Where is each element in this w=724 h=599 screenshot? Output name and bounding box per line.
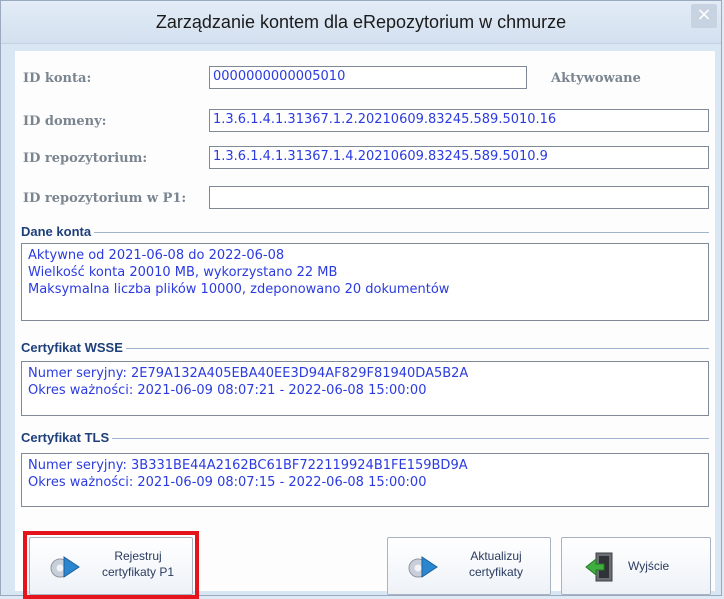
account-management-dialog: Zarządzanie kontem dla eRepozytorium w c… bbox=[0, 0, 722, 599]
account-data-group-title: Dane konta bbox=[21, 224, 95, 239]
account-data-group-line bbox=[21, 232, 709, 233]
gear-play-icon bbox=[408, 556, 438, 578]
wsse-certificate-box: Numer seryjny: 2E79A132A405EBA40EE3D94AF… bbox=[21, 361, 709, 416]
domain-id-field[interactable]: 1.3.6.1.4.1.31367.1.2.20210609.83245.589… bbox=[209, 109, 709, 132]
repository-id-field[interactable]: 1.3.6.1.4.1.31367.1.4.20210609.83245.589… bbox=[209, 146, 709, 169]
tls-certificate-box: Numer seryjny: 3B331BE44A2162BC61BF72211… bbox=[21, 453, 709, 507]
exit-door-icon bbox=[585, 552, 613, 582]
highlight-frame bbox=[23, 531, 199, 599]
tls-group-title: Certyfikat TLS bbox=[21, 430, 113, 445]
account-data-line: Wielkość konta 20010 MB, wykorzystano 22… bbox=[28, 265, 338, 280]
domain-id-label: ID domeny: bbox=[23, 114, 107, 129]
wsse-serial-number: Numer seryjny: 2E79A132A405EBA40EE3D94AF… bbox=[28, 366, 469, 381]
tls-validity-period: Okres ważności: 2021-06-09 08:07:15 - 20… bbox=[28, 475, 427, 490]
account-data-line: Aktywne od 2021-06-08 do 2022-06-08 bbox=[28, 248, 285, 263]
update-button-label: Aktualizuj certyfikaty bbox=[446, 548, 546, 580]
exit-button-label: Wyjście bbox=[628, 559, 670, 573]
update-certificates-button[interactable]: Aktualizuj certyfikaty bbox=[387, 537, 551, 595]
tls-group-line bbox=[21, 438, 709, 439]
account-data-line: Maksymalna liczba plików 10000, zdeponow… bbox=[28, 282, 450, 297]
repository-p1-field[interactable] bbox=[209, 186, 709, 209]
account-id-label: ID konta: bbox=[23, 71, 92, 86]
update-button-label-line2: certyfikaty bbox=[468, 565, 523, 579]
wsse-group-title: Certyfikat WSSE bbox=[21, 340, 126, 355]
repository-p1-label: ID repozytorium w P1: bbox=[23, 191, 187, 206]
account-data-box: Aktywne od 2021-06-08 do 2022-06-08 Wiel… bbox=[21, 243, 709, 321]
repository-id-label: ID repozytorium: bbox=[23, 151, 148, 166]
account-status: Aktywowane bbox=[551, 71, 641, 86]
tls-serial-number: Numer seryjny: 3B331BE44A2162BC61BF72211… bbox=[28, 458, 468, 473]
dialog-content: ID konta: 0000000000005010 Aktywowane ID… bbox=[15, 51, 715, 599]
title-bar: Zarządzanie kontem dla eRepozytorium w c… bbox=[1, 1, 721, 44]
update-button-label-line1: Aktualizuj bbox=[470, 549, 522, 563]
exit-button[interactable]: Wyjście bbox=[561, 537, 711, 595]
window-title: Zarządzanie kontem dla eRepozytorium w c… bbox=[155, 12, 567, 32]
close-button[interactable]: × bbox=[691, 4, 717, 28]
wsse-validity-period: Okres ważności: 2021-06-09 08:07:21 - 20… bbox=[28, 383, 427, 398]
account-id-field[interactable]: 0000000000005010 bbox=[209, 66, 527, 89]
